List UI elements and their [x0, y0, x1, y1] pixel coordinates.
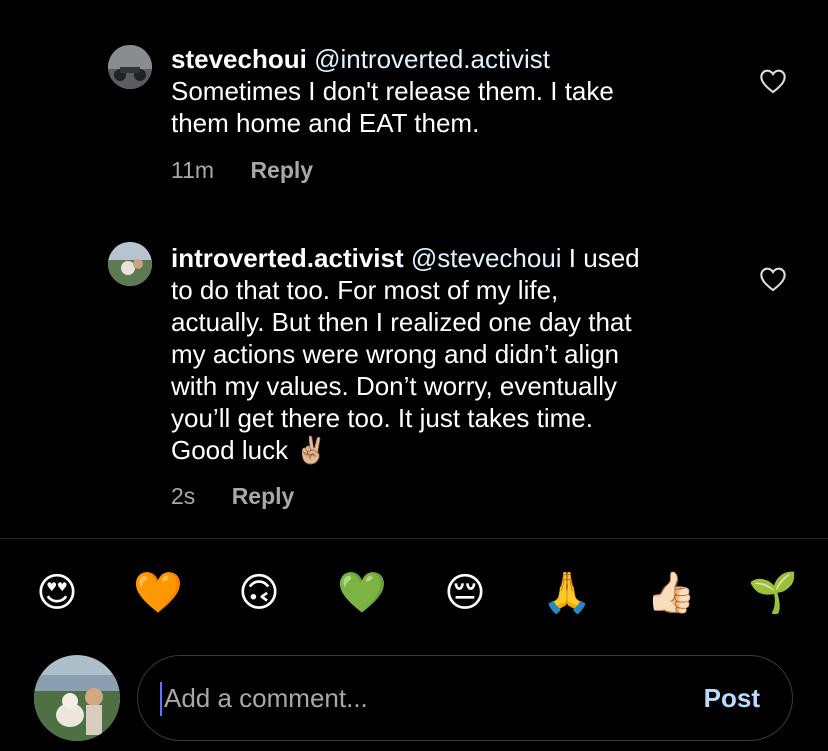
comment-body: I used to do that too. For most of my li…	[171, 243, 640, 465]
comment-body: Sometimes I don't release them. I take t…	[171, 76, 614, 138]
mention-link[interactable]: @introverted.activist	[314, 44, 550, 74]
comment-input[interactable]: Add a comment... Post	[137, 655, 793, 741]
divider	[0, 538, 828, 539]
avatar[interactable]	[108, 242, 152, 286]
emoji-folded-hands-button[interactable]: 🙏	[542, 568, 592, 618]
emoji-seedling-button[interactable]: 🌱	[748, 568, 798, 618]
comment-username[interactable]: introverted.activist	[171, 243, 404, 273]
avatar[interactable]	[108, 45, 152, 89]
comment-input-placeholder: Add a comment...	[164, 683, 368, 713]
like-heart-icon[interactable]	[759, 266, 787, 292]
emoji-upside-down-face-button[interactable]: 🙃	[234, 568, 284, 618]
comment-timestamp: 11m	[171, 157, 215, 183]
mention-link[interactable]: @stevechoui	[411, 243, 562, 273]
emoji-orange-heart-button[interactable]: 🧡	[133, 568, 183, 618]
emoji-quick-bar: 😍 🧡 🙃 💚 😔 🙏 👍🏻 🌱	[0, 568, 828, 618]
comment-meta: 2s Reply	[171, 483, 294, 510]
comment-timestamp: 2s	[171, 483, 196, 509]
emoji-pensive-face-button[interactable]: 😔	[440, 568, 490, 618]
text-cursor	[160, 682, 162, 716]
current-user-avatar	[34, 655, 120, 741]
emoji-heart-eyes-button[interactable]: 😍	[32, 568, 82, 618]
comment-username[interactable]: stevechoui	[171, 44, 307, 74]
reply-button[interactable]: Reply	[232, 483, 295, 509]
comment-text: introverted.activist @stevechoui I used …	[171, 242, 711, 466]
comment-text: stevechoui @introverted.activist Sometim…	[171, 43, 711, 139]
post-button[interactable]: Post	[704, 683, 760, 714]
reply-button[interactable]: Reply	[250, 157, 313, 183]
emoji-green-heart-button[interactable]: 💚	[337, 568, 387, 618]
like-heart-icon[interactable]	[759, 68, 787, 94]
emoji-thumbs-up-button[interactable]: 👍🏻	[646, 568, 696, 618]
comment-meta: 11m Reply	[171, 157, 313, 184]
